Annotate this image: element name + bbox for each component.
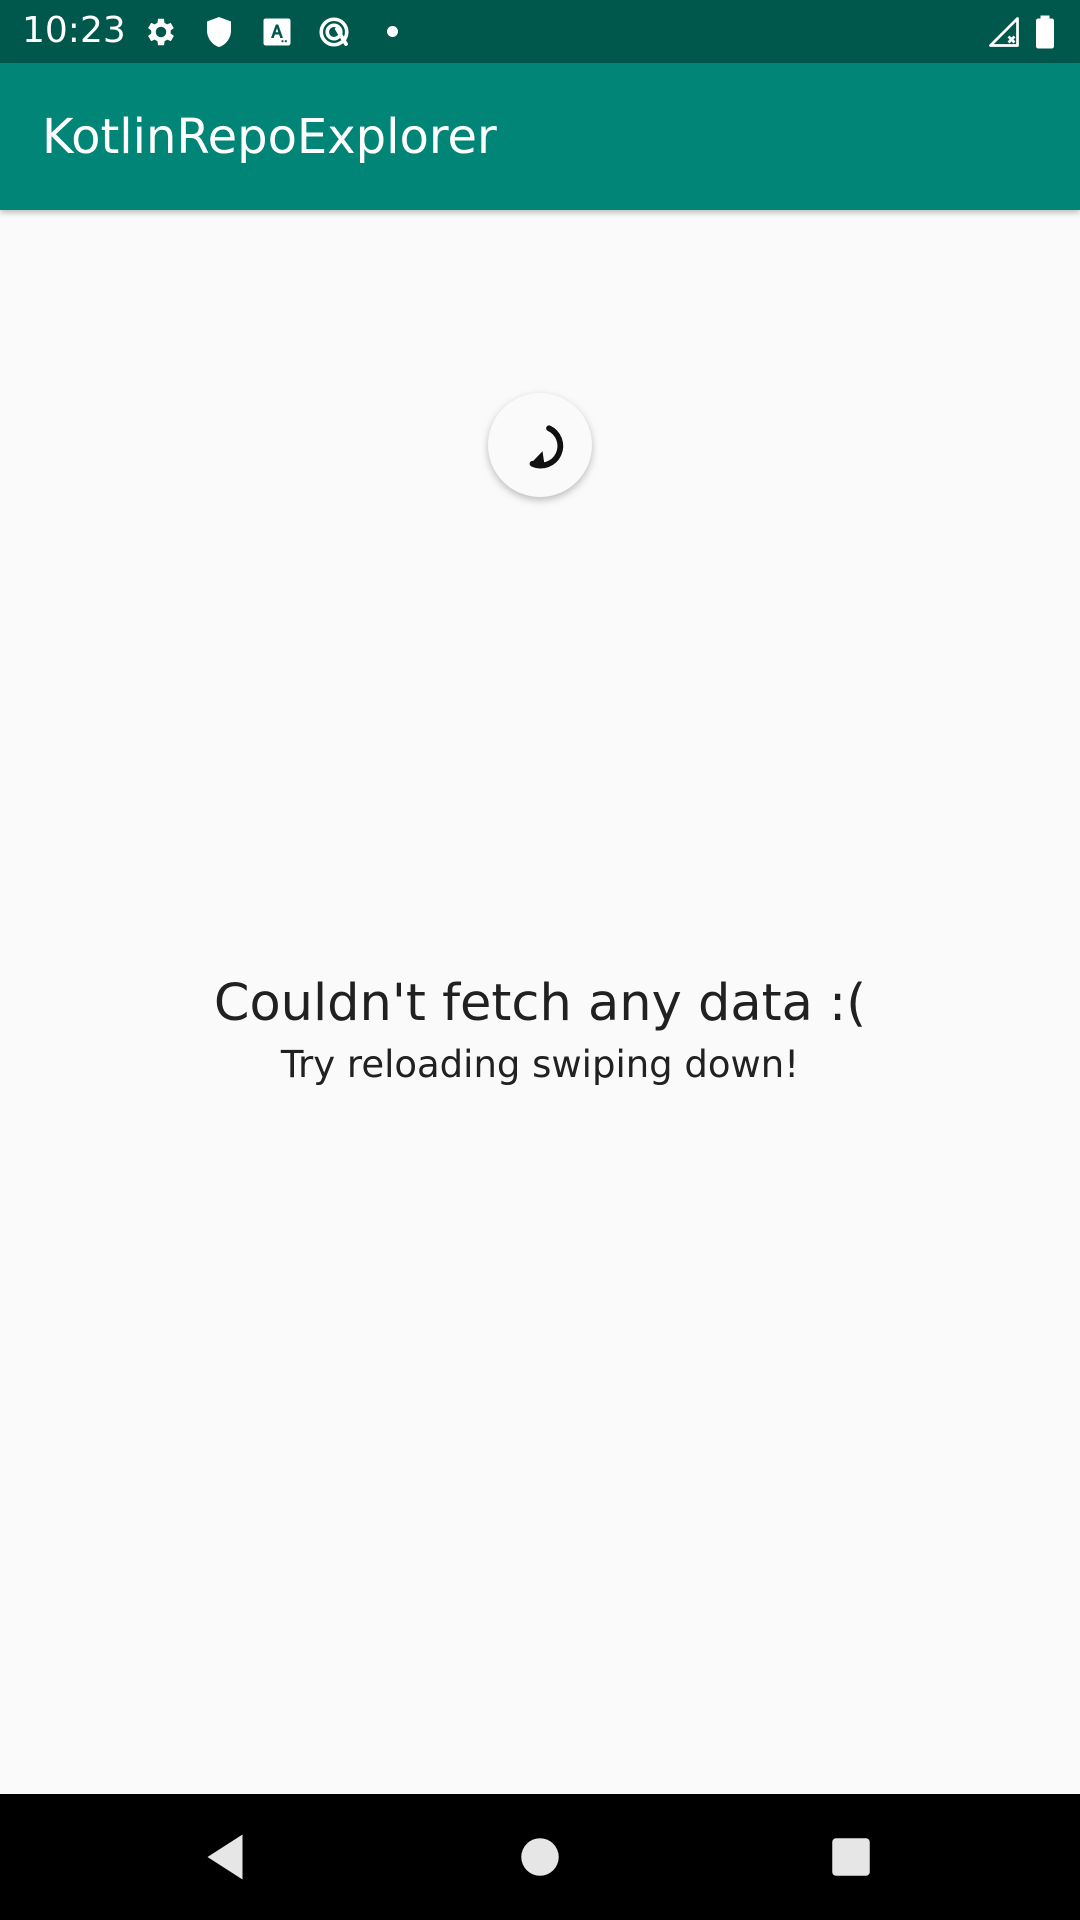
app-title: KotlinRepoExplorer	[42, 109, 497, 165]
recents-icon[interactable]	[821, 1827, 881, 1887]
status-time: 10:23	[22, 10, 126, 51]
notification-dot-icon	[387, 26, 398, 37]
app-bar: KotlinRepoExplorer	[0, 63, 1080, 210]
home-icon[interactable]	[510, 1827, 570, 1887]
settings-icon	[143, 14, 179, 50]
refresh-indicator[interactable]	[488, 393, 592, 497]
empty-state-subtitle: Try reloading swiping down!	[280, 1043, 800, 1086]
status-bar: 10:23	[0, 0, 1080, 63]
back-icon[interactable]	[195, 1827, 255, 1887]
empty-state-title: Couldn't fetch any data :(	[213, 974, 867, 1033]
sync-icon	[316, 14, 352, 50]
refresh-icon	[529, 425, 564, 469]
shield-icon	[201, 14, 237, 50]
battery-icon	[1030, 14, 1060, 50]
screen: 10:23 KotlinRepoExplorer Couldn't fetch …	[0, 0, 1080, 1920]
navigation-bar	[0, 1794, 1080, 1920]
signal-off-icon	[986, 14, 1022, 50]
keyboard-a-icon	[259, 14, 295, 50]
